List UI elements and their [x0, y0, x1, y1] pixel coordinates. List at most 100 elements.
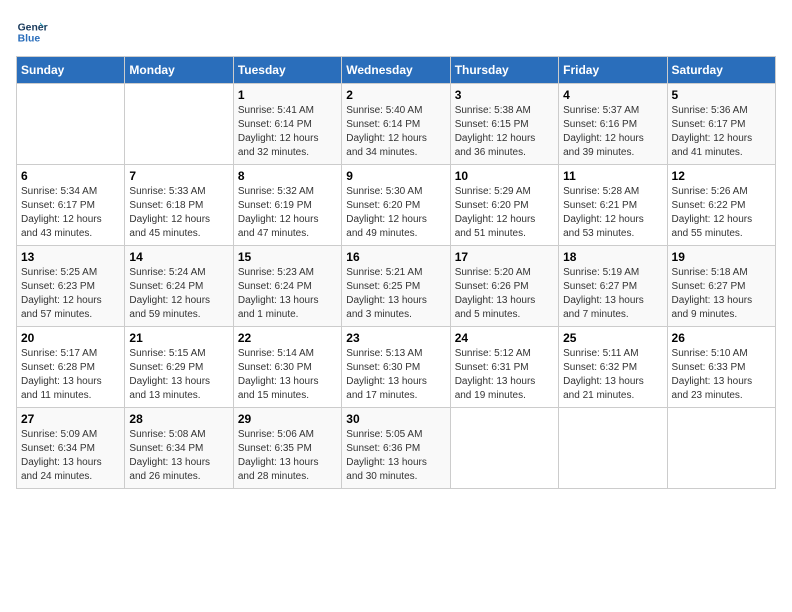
calendar-cell: 10 Sunrise: 5:29 AMSunset: 6:20 PMDayligh… [450, 165, 558, 246]
logo-icon: General Blue [16, 16, 48, 48]
day-number: 13 [21, 250, 120, 264]
day-info: Sunrise: 5:40 AMSunset: 6:14 PMDaylight:… [346, 104, 445, 160]
day-info: Sunrise: 5:14 AMSunset: 6:30 PMDaylight:… [238, 347, 337, 403]
day-info: Sunrise: 5:20 AMSunset: 6:26 PMDaylight:… [455, 266, 554, 322]
calendar-cell: 19 Sunrise: 5:18 AMSunset: 6:27 PMDayligh… [667, 246, 775, 327]
calendar-cell: 23 Sunrise: 5:13 AMSunset: 6:30 PMDayligh… [342, 327, 450, 408]
calendar-cell: 20Sunrise: 5:17 AMSunset: 6:28 PMDayligh… [17, 327, 125, 408]
svg-text:General: General [18, 22, 48, 33]
calendar-cell: 2 Sunrise: 5:40 AMSunset: 6:14 PMDaylight… [342, 84, 450, 165]
calendar-cell: 28 Sunrise: 5:08 AMSunset: 6:34 PMDayligh… [125, 408, 233, 489]
calendar-cell: 5Sunrise: 5:36 AMSunset: 6:17 PMDaylight… [667, 84, 775, 165]
calendar-cell: 11 Sunrise: 5:28 AMSunset: 6:21 PMDayligh… [559, 165, 667, 246]
weekday-header: Wednesday [342, 57, 450, 84]
calendar-cell: 17 Sunrise: 5:20 AMSunset: 6:26 PMDayligh… [450, 246, 558, 327]
calendar-cell: 27 Sunrise: 5:09 AMSunset: 6:34 PMDayligh… [17, 408, 125, 489]
day-number: 28 [129, 412, 228, 426]
day-number: 29 [238, 412, 337, 426]
day-number: 4 [563, 88, 662, 102]
day-info: Sunrise: 5:24 AMSunset: 6:24 PMDaylight:… [129, 266, 228, 322]
day-number: 26 [672, 331, 771, 345]
calendar-body: 1Sunrise: 5:41 AMSunset: 6:14 PMDaylight… [17, 84, 776, 489]
calendar-cell [450, 408, 558, 489]
calendar-cell: 30 Sunrise: 5:05 AMSunset: 6:36 PMDayligh… [342, 408, 450, 489]
day-info: Sunrise: 5:05 AMSunset: 6:36 PMDaylight:… [346, 428, 445, 484]
day-info: Sunrise: 5:26 AMSunset: 6:22 PMDaylight:… [672, 185, 771, 241]
day-number: 6 [21, 169, 120, 183]
calendar-week-row: 1Sunrise: 5:41 AMSunset: 6:14 PMDaylight… [17, 84, 776, 165]
weekday-header: Thursday [450, 57, 558, 84]
day-info: Sunrise: 5:32 AMSunset: 6:19 PMDaylight:… [238, 185, 337, 241]
day-info: Sunrise: 5:06 AMSunset: 6:35 PMDaylight:… [238, 428, 337, 484]
day-number: 21 [129, 331, 228, 345]
calendar-cell: 8 Sunrise: 5:32 AMSunset: 6:19 PMDaylight… [233, 165, 341, 246]
day-number: 18 [563, 250, 662, 264]
day-info: Sunrise: 5:23 AMSunset: 6:24 PMDaylight:… [238, 266, 337, 322]
day-number: 23 [346, 331, 445, 345]
calendar-cell [559, 408, 667, 489]
calendar-cell: 4 Sunrise: 5:37 AMSunset: 6:16 PMDaylight… [559, 84, 667, 165]
day-number: 7 [129, 169, 228, 183]
day-info: Sunrise: 5:29 AMSunset: 6:20 PMDaylight:… [455, 185, 554, 241]
day-number: 19 [672, 250, 771, 264]
day-info: Sunrise: 5:11 AMSunset: 6:32 PMDaylight:… [563, 347, 662, 403]
calendar-cell: 24 Sunrise: 5:12 AMSunset: 6:31 PMDayligh… [450, 327, 558, 408]
weekday-header: Sunday [17, 57, 125, 84]
day-info: Sunrise: 5:13 AMSunset: 6:30 PMDaylight:… [346, 347, 445, 403]
calendar-cell: 7 Sunrise: 5:33 AMSunset: 6:18 PMDaylight… [125, 165, 233, 246]
weekday-header: Tuesday [233, 57, 341, 84]
calendar-cell: 12 Sunrise: 5:26 AMSunset: 6:22 PMDayligh… [667, 165, 775, 246]
weekday-header: Saturday [667, 57, 775, 84]
day-number: 25 [563, 331, 662, 345]
calendar-cell: 29 Sunrise: 5:06 AMSunset: 6:35 PMDayligh… [233, 408, 341, 489]
day-number: 11 [563, 169, 662, 183]
day-info: Sunrise: 5:28 AMSunset: 6:21 PMDaylight:… [563, 185, 662, 241]
calendar-cell [17, 84, 125, 165]
day-number: 30 [346, 412, 445, 426]
calendar-cell: 6 Sunrise: 5:34 AMSunset: 6:17 PMDaylight… [17, 165, 125, 246]
calendar-cell: 26 Sunrise: 5:10 AMSunset: 6:33 PMDayligh… [667, 327, 775, 408]
calendar-cell [125, 84, 233, 165]
day-number: 9 [346, 169, 445, 183]
day-number: 20 [21, 331, 120, 345]
day-number: 8 [238, 169, 337, 183]
day-number: 16 [346, 250, 445, 264]
calendar-week-row: 27 Sunrise: 5:09 AMSunset: 6:34 PMDayligh… [17, 408, 776, 489]
day-number: 12 [672, 169, 771, 183]
weekday-header: Monday [125, 57, 233, 84]
day-number: 22 [238, 331, 337, 345]
calendar-cell: 18Sunrise: 5:19 AMSunset: 6:27 PMDayligh… [559, 246, 667, 327]
day-info: Sunrise: 5:33 AMSunset: 6:18 PMDaylight:… [129, 185, 228, 241]
logo: General Blue [16, 16, 48, 48]
svg-text:Blue: Blue [18, 34, 41, 45]
day-info: Sunrise: 5:38 AMSunset: 6:15 PMDaylight:… [455, 104, 554, 160]
day-info: Sunrise: 5:08 AMSunset: 6:34 PMDaylight:… [129, 428, 228, 484]
calendar-cell: 1Sunrise: 5:41 AMSunset: 6:14 PMDaylight… [233, 84, 341, 165]
day-number: 24 [455, 331, 554, 345]
day-info: Sunrise: 5:21 AMSunset: 6:25 PMDaylight:… [346, 266, 445, 322]
day-info: Sunrise: 5:37 AMSunset: 6:16 PMDaylight:… [563, 104, 662, 160]
calendar-week-row: 6 Sunrise: 5:34 AMSunset: 6:17 PMDaylight… [17, 165, 776, 246]
day-number: 17 [455, 250, 554, 264]
day-info: Sunrise: 5:09 AMSunset: 6:34 PMDaylight:… [21, 428, 120, 484]
calendar-table: SundayMondayTuesdayWednesdayThursdayFrid… [16, 56, 776, 489]
calendar-header: SundayMondayTuesdayWednesdayThursdayFrid… [17, 57, 776, 84]
day-info: Sunrise: 5:34 AMSunset: 6:17 PMDaylight:… [21, 185, 120, 241]
day-number: 3 [455, 88, 554, 102]
day-info: Sunrise: 5:18 AMSunset: 6:27 PMDaylight:… [672, 266, 771, 322]
day-info: Sunrise: 5:15 AMSunset: 6:29 PMDaylight:… [129, 347, 228, 403]
day-number: 10 [455, 169, 554, 183]
day-info: Sunrise: 5:25 AMSunset: 6:23 PMDaylight:… [21, 266, 120, 322]
day-number: 14 [129, 250, 228, 264]
day-info: Sunrise: 5:10 AMSunset: 6:33 PMDaylight:… [672, 347, 771, 403]
day-number: 27 [21, 412, 120, 426]
calendar-cell: 16 Sunrise: 5:21 AMSunset: 6:25 PMDayligh… [342, 246, 450, 327]
weekday-header: Friday [559, 57, 667, 84]
calendar-cell [667, 408, 775, 489]
calendar-cell: 15Sunrise: 5:23 AMSunset: 6:24 PMDayligh… [233, 246, 341, 327]
day-info: Sunrise: 5:12 AMSunset: 6:31 PMDaylight:… [455, 347, 554, 403]
page-header: General Blue [16, 16, 776, 48]
calendar-cell: 3 Sunrise: 5:38 AMSunset: 6:15 PMDaylight… [450, 84, 558, 165]
day-number: 2 [346, 88, 445, 102]
calendar-cell: 9Sunrise: 5:30 AMSunset: 6:20 PMDaylight… [342, 165, 450, 246]
